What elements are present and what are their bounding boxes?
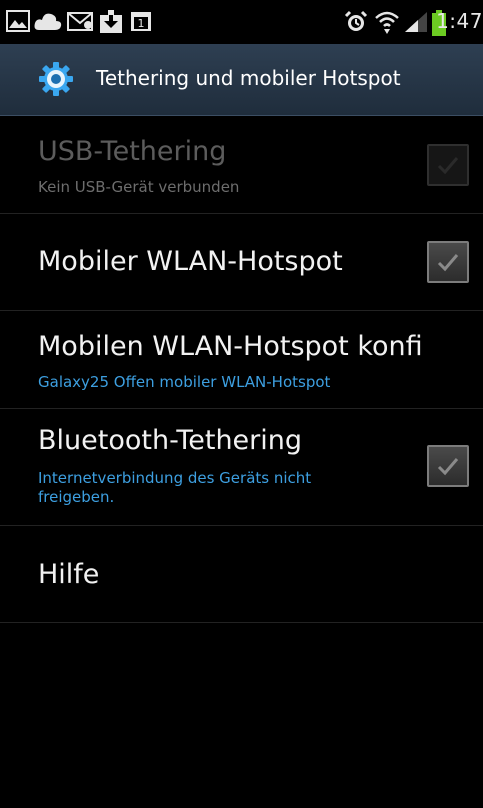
gear-icon[interactable]	[38, 61, 74, 101]
bluetooth-tethering-title: Bluetooth-Tethering	[38, 425, 303, 456]
help-item[interactable]: Hilfe	[0, 526, 483, 623]
bluetooth-tethering-summary-line-2: freigeben.	[38, 488, 115, 506]
mobile-hotspot-title: Mobiler WLAN-Hotspot	[38, 246, 343, 277]
action-bar: Tethering und mobiler Hotspot	[0, 44, 483, 116]
usb-tethering-checkbox	[427, 144, 469, 186]
usb-tethering-summary: Kein USB-Gerät verbunden	[38, 178, 240, 196]
calendar-icon: 1	[130, 10, 152, 36]
signal-icon	[403, 10, 429, 38]
bluetooth-tethering-summary-line-1: Internetverbindung des Geräts nicht	[38, 469, 312, 487]
configure-hotspot-summary: Galaxy25 Offen mobiler WLAN-Hotspot	[38, 373, 331, 391]
mobile-hotspot-setting[interactable]: Mobiler WLAN-Hotspot	[0, 214, 483, 311]
alarm-icon	[344, 10, 368, 38]
bluetooth-tethering-checkbox[interactable]	[427, 445, 469, 487]
page-title: Tethering und mobiler Hotspot	[96, 66, 401, 90]
gallery-icon	[6, 10, 30, 36]
cloud-icon	[33, 10, 63, 36]
mobile-hotspot-checkbox[interactable]	[427, 241, 469, 283]
calendar-day: 1	[138, 17, 145, 30]
status-bar: 1 1:47	[0, 0, 483, 44]
help-title: Hilfe	[38, 559, 100, 590]
usb-tethering-setting: USB-Tethering Kein USB-Gerät verbunden	[0, 116, 483, 214]
download-icon	[99, 10, 123, 38]
configure-hotspot-title: Mobilen WLAN-Hotspot konfi	[38, 331, 423, 362]
wifi-icon	[374, 10, 400, 40]
mail-icon	[67, 10, 94, 36]
configure-hotspot-setting[interactable]: Mobilen WLAN-Hotspot konfi Galaxy25 Offe…	[0, 311, 483, 409]
bluetooth-tethering-setting[interactable]: Bluetooth-Tethering Internetverbindung d…	[0, 409, 483, 526]
status-time: 1:47	[436, 9, 483, 33]
usb-tethering-title: USB-Tethering	[38, 136, 227, 167]
